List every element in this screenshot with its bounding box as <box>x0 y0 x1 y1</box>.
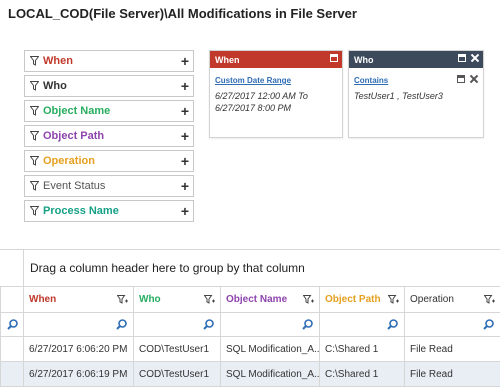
filter-list: When + Who + Object Name + Object Path +… <box>24 50 194 225</box>
card-header: Who <box>349 51 483 68</box>
search-icon[interactable] <box>302 319 313 330</box>
date-range-value: 6/27/2017 12:00 AM To 6/27/2017 8:00 PM <box>215 91 308 113</box>
filter-item-who[interactable]: Who + <box>24 75 194 97</box>
cell-object-name: SQL Modification_A... <box>220 361 320 387</box>
plus-icon[interactable]: + <box>177 204 193 218</box>
column-header-object-path[interactable]: Object Path <box>319 286 405 313</box>
column-header-when[interactable]: When <box>23 286 134 313</box>
filter-cell-object-path[interactable] <box>319 312 405 337</box>
column-header-who[interactable]: Who <box>133 286 221 313</box>
maximize-icon[interactable] <box>330 54 338 62</box>
group-hint: Drag a column header here to group by th… <box>30 261 305 275</box>
filter-item-process-name[interactable]: Process Name + <box>24 200 194 222</box>
filter-cell-object-name[interactable] <box>220 312 320 337</box>
filter-label: Operation <box>43 155 95 167</box>
funnel-icon <box>25 156 43 166</box>
filter-cell-when[interactable] <box>23 312 134 337</box>
filter-item-object-path[interactable]: Object Path + <box>24 125 194 147</box>
column-header-operation[interactable]: Operation <box>404 286 500 313</box>
plus-icon[interactable]: + <box>177 154 193 168</box>
filter-label: Process Name <box>43 205 119 217</box>
funnel-icon <box>25 131 43 141</box>
row-indicator <box>0 336 24 362</box>
filter-label: Event Status <box>43 180 106 192</box>
funnel-icon <box>25 206 43 216</box>
plus-icon[interactable]: + <box>177 129 193 143</box>
search-icon[interactable] <box>203 319 214 330</box>
column-filter-icon[interactable] <box>303 294 314 305</box>
cell-object-path: C:\Shared 1 <box>319 336 405 362</box>
plus-icon[interactable]: + <box>177 179 193 193</box>
search-icon[interactable] <box>7 319 18 330</box>
filter-row <box>0 312 500 337</box>
custom-date-range-link[interactable]: Custom Date Range <box>215 76 342 85</box>
cell-who: COD\TestUser1 <box>133 336 221 362</box>
cell-when: 6/27/2017 6:06:19 PM <box>23 361 134 387</box>
maximize-icon[interactable] <box>457 75 465 83</box>
cell-object-name: SQL Modification_A... <box>220 336 320 362</box>
cell-operation: File Read <box>404 361 500 387</box>
close-icon[interactable] <box>470 75 478 83</box>
funnel-icon <box>25 56 43 66</box>
search-icon[interactable] <box>483 319 494 330</box>
filter-item-operation[interactable]: Operation + <box>24 150 194 172</box>
column-filter-icon[interactable] <box>117 294 128 305</box>
plus-icon[interactable]: + <box>177 104 193 118</box>
plus-icon[interactable]: + <box>177 54 193 68</box>
search-icon[interactable] <box>116 319 127 330</box>
filter-item-event-status[interactable]: Event Status + <box>24 175 194 197</box>
column-label: Operation <box>410 294 454 305</box>
column-filter-icon[interactable] <box>204 294 215 305</box>
who-value: TestUser1 , TestUser3 <box>354 91 443 101</box>
column-label: When <box>29 294 57 305</box>
card-header: When <box>210 51 342 68</box>
filter-label: When <box>43 55 73 67</box>
column-label: Who <box>139 294 161 305</box>
filter-label: Who <box>43 80 67 92</box>
filter-row-search[interactable] <box>0 312 24 337</box>
filter-item-object-name[interactable]: Object Name + <box>24 100 194 122</box>
funnel-icon <box>25 106 43 116</box>
events-table: When Who Object Name Object Path Operati… <box>0 286 500 387</box>
row-indicator <box>0 361 24 387</box>
events-grid: Drag a column header here to group by th… <box>0 249 500 390</box>
when-filter-card: When Custom Date Range 6/27/2017 12:00 A… <box>209 50 343 138</box>
funnel-icon <box>25 181 43 191</box>
group-by-panel[interactable]: Drag a column header here to group by th… <box>23 250 500 286</box>
cell-who: COD\TestUser1 <box>133 361 221 387</box>
filter-label: Object Path <box>43 130 105 142</box>
card-title: Who <box>354 54 374 65</box>
row-indicator-header <box>0 286 24 313</box>
close-icon[interactable] <box>471 54 479 62</box>
plus-icon[interactable]: + <box>177 79 193 93</box>
filter-cell-who[interactable] <box>133 312 221 337</box>
cell-operation: File Read <box>404 336 500 362</box>
cell-when: 6/27/2017 6:06:20 PM <box>23 336 134 362</box>
filter-item-when[interactable]: When + <box>24 50 194 72</box>
column-label: Object Path <box>325 294 381 305</box>
funnel-icon <box>25 81 43 91</box>
table-row[interactable]: 6/27/2017 6:06:19 PM COD\TestUser1 SQL M… <box>0 361 500 387</box>
who-filter-card: Who Contains TestUser1 , TestUser3 <box>348 50 484 138</box>
filter-label: Object Name <box>43 105 111 117</box>
page-title: LOCAL_COD(File Server)\All Modifications… <box>8 6 357 21</box>
header-row: When Who Object Name Object Path Operati… <box>0 286 500 313</box>
column-filter-icon[interactable] <box>484 294 495 305</box>
cell-object-path: C:\Shared 1 <box>319 361 405 387</box>
column-header-object-name[interactable]: Object Name <box>220 286 320 313</box>
maximize-icon[interactable] <box>458 54 466 62</box>
filter-cell-operation[interactable] <box>404 312 500 337</box>
column-filter-icon[interactable] <box>388 294 399 305</box>
search-icon[interactable] <box>387 319 398 330</box>
column-label: Object Name <box>226 294 288 305</box>
card-title: When <box>215 54 240 65</box>
table-row[interactable]: 6/27/2017 6:06:20 PM COD\TestUser1 SQL M… <box>0 336 500 362</box>
